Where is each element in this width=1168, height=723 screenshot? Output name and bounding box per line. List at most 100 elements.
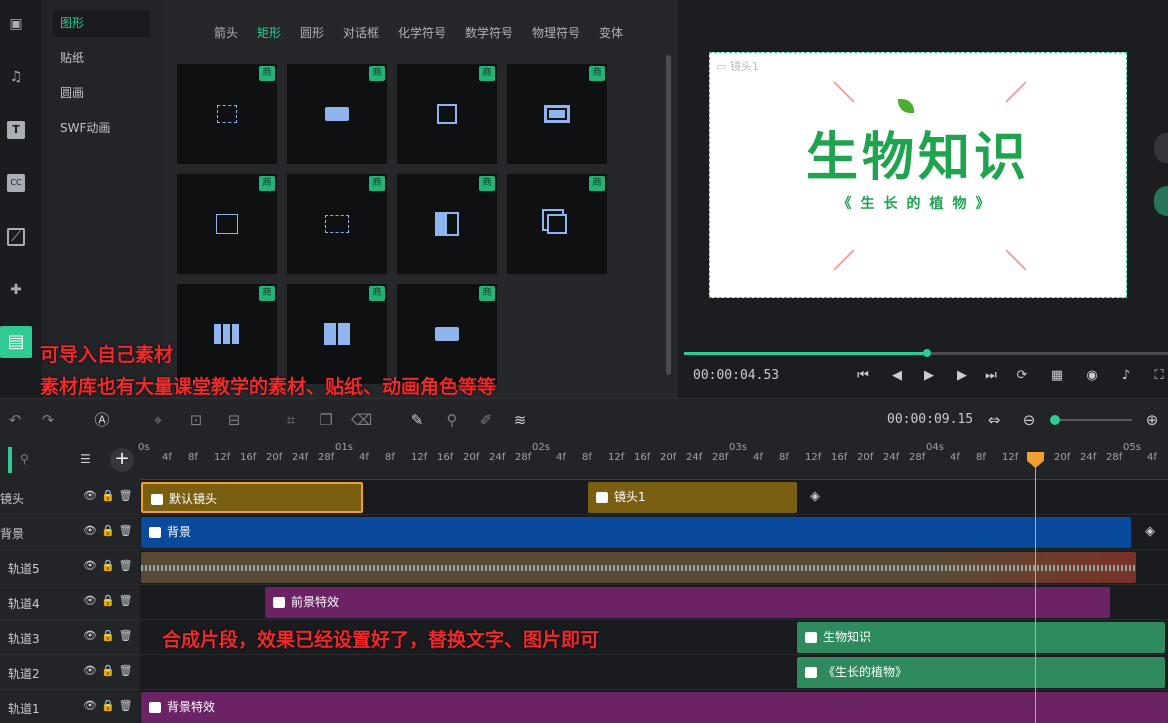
camera-icon[interactable]: ◉ (1082, 366, 1102, 386)
track-controls[interactable]: 👁🔒🗑 (83, 559, 137, 572)
shape-tile[interactable]: 商 (177, 174, 277, 274)
shape-tile[interactable]: 商 (507, 174, 607, 274)
tab-dialog[interactable]: 对话框 (343, 24, 379, 41)
preview-progress[interactable] (684, 349, 1168, 357)
caption-icon[interactable]: CC (7, 174, 25, 192)
add-keyframe-icon[interactable]: ◈ (810, 489, 820, 504)
zoom-slider[interactable] (1050, 415, 1132, 425)
clip-foreground-effect[interactable]: 前景特效 (265, 587, 1110, 618)
clip-default-camera[interactable]: 默认镜头 (141, 482, 363, 513)
ruler-frame-label: 28f (1106, 452, 1123, 463)
zoom-out-icon[interactable]: ⊖ (1019, 410, 1039, 430)
fullscreen-icon[interactable]: ⛶ (1149, 366, 1168, 386)
track-height-slider[interactable] (8, 447, 12, 473)
clip-background[interactable]: 背景 (141, 517, 1131, 548)
commercial-badge: 商 (479, 66, 495, 81)
library-scrollbar[interactable] (666, 55, 671, 375)
text-icon[interactable]: T (7, 121, 25, 139)
tab-circle[interactable]: 圆形 (300, 24, 324, 41)
tab-physics[interactable]: 物理符号 (532, 24, 580, 41)
fit-timeline-icon[interactable]: ⇔ (984, 410, 1004, 430)
camera-label: ▭ 镜头1 (716, 60, 759, 73)
category-swf-animation[interactable]: SWF动画 (53, 115, 150, 142)
shape-tile[interactable]: 商 (287, 284, 387, 384)
effect-icon[interactable]: ⟋ (7, 228, 25, 246)
shape-tile[interactable]: 商 (397, 284, 497, 384)
zoom-knob[interactable] (1050, 415, 1060, 425)
ruler-frame-label: 20f (1054, 452, 1071, 463)
shape-tile[interactable]: 商 (397, 64, 497, 164)
clip-camera-1[interactable]: 镜头1 (588, 482, 797, 513)
asset-library: 箭头 矩形 圆形 对话框 化学符号 数学符号 物理符号 变体 商 商 商 商 商… (162, 0, 678, 398)
shape-tile[interactable]: 商 (287, 64, 387, 164)
track-label: 轨道3 (8, 632, 40, 646)
tab-math[interactable]: 数学符号 (465, 24, 513, 41)
shape-tile[interactable]: 商 (177, 64, 277, 164)
shape-tile[interactable]: 商 (287, 174, 387, 274)
track-controls[interactable]: 👁🔒🗑 (83, 699, 137, 712)
crop-icon[interactable]: ⌗ (281, 410, 301, 430)
video-icon[interactable]: ▣ (7, 15, 25, 33)
skip-end-icon[interactable]: ⏭ (981, 366, 1001, 386)
search-icon[interactable]: ⚲ (20, 452, 29, 466)
camera-clip-icon (151, 494, 163, 505)
time-ruler[interactable]: 0s 4f 8f 12f 16f 20f 24f 28f 01s 4f 8f 12f 16f 20f 24f… (138, 440, 1168, 480)
ruler-frame-label: 28f (909, 452, 926, 463)
redo-icon[interactable]: ↷ (38, 410, 58, 430)
clip-background-effect[interactable]: 背景特效 (141, 692, 1168, 723)
undo-icon[interactable]: ↶ (5, 410, 25, 430)
fit-icon[interactable]: ⊡ (186, 410, 206, 430)
prev-frame-icon[interactable]: ◀ (887, 366, 907, 386)
clip-text-title[interactable]: 生物知识 (797, 622, 1165, 653)
delete-icon[interactable]: ⌫ (351, 410, 372, 430)
split-icon[interactable]: ⊟ (224, 410, 244, 430)
add-track-button[interactable]: + (110, 448, 134, 472)
clip-audio-waveform[interactable] (141, 552, 1136, 583)
layers-icon[interactable]: ≋ (510, 410, 530, 430)
ruler-frame-label: 12f (214, 452, 231, 463)
play-icon[interactable]: ▶ (919, 366, 939, 386)
edit-image-icon[interactable]: ✎ (407, 410, 427, 430)
tab-arrow[interactable]: 箭头 (214, 24, 238, 41)
ruler-frame-label: 24f (292, 452, 309, 463)
skip-start-icon[interactable]: ⏮ (853, 366, 873, 386)
track-controls[interactable]: 👁🔒🗑 (83, 594, 137, 607)
category-drawings[interactable]: 圆画 (53, 80, 150, 107)
shape-tile[interactable]: 商 (177, 284, 277, 384)
magic-icon[interactable]: Ⓐ (92, 410, 112, 430)
tab-chemistry[interactable]: 化学符号 (398, 24, 446, 41)
stamp-icon[interactable]: ⚲ (442, 410, 462, 430)
pen-icon[interactable]: ✐ (476, 410, 496, 430)
track-controls[interactable]: 👁🔒🗑 (83, 524, 137, 537)
ruler-second-label: 04s (926, 442, 944, 453)
zoom-in-icon[interactable]: ⊕ (1142, 410, 1162, 430)
category-shapes[interactable]: 图形 (53, 10, 150, 37)
shape-tile[interactable]: 商 (507, 64, 607, 164)
lock-side-button[interactable] (1154, 186, 1168, 216)
clip-text-subtitle[interactable]: 《生长的植物》 (797, 657, 1165, 688)
grid-icon[interactable]: ▦ (1047, 366, 1067, 386)
next-frame-icon[interactable]: ▶ (952, 366, 972, 386)
music-icon[interactable]: ♫ (7, 68, 25, 86)
volume-icon[interactable]: ♪ (1116, 366, 1136, 386)
track-row-camera: 镜头 👁🔒🗑 默认镜头 镜头1 ◈ (0, 480, 1168, 515)
track-controls[interactable]: 👁🔒🗑 (83, 489, 137, 502)
progress-knob[interactable] (923, 349, 931, 357)
crop-side-button[interactable] (1154, 133, 1168, 163)
loop-icon[interactable]: ⟳ (1012, 366, 1032, 386)
playhead[interactable] (1035, 454, 1036, 723)
copy-icon[interactable]: ❐ (316, 410, 336, 430)
preview-canvas[interactable]: ▭ 镜头1 生物知识 《生长的植物》 (709, 52, 1127, 298)
shape-tile[interactable]: 商 (397, 174, 497, 274)
track-controls[interactable]: 👁🔒🗑 (83, 629, 137, 642)
puzzle-icon[interactable]: ✚ (7, 281, 25, 299)
category-stickers[interactable]: 贴纸 (53, 45, 150, 72)
tab-variant[interactable]: 变体 (599, 24, 623, 41)
add-keyframe-icon[interactable]: ◈ (1145, 524, 1155, 539)
track-controls[interactable]: 👁🔒🗑 (83, 664, 137, 677)
tab-rectangle[interactable]: 矩形 (257, 24, 281, 41)
target-icon[interactable]: ⌖ (148, 410, 168, 430)
folder-icon[interactable]: ▤ (0, 326, 32, 358)
ruler-frame-label: 16f (437, 452, 454, 463)
track-settings-icon[interactable]: ☰ (80, 452, 91, 466)
